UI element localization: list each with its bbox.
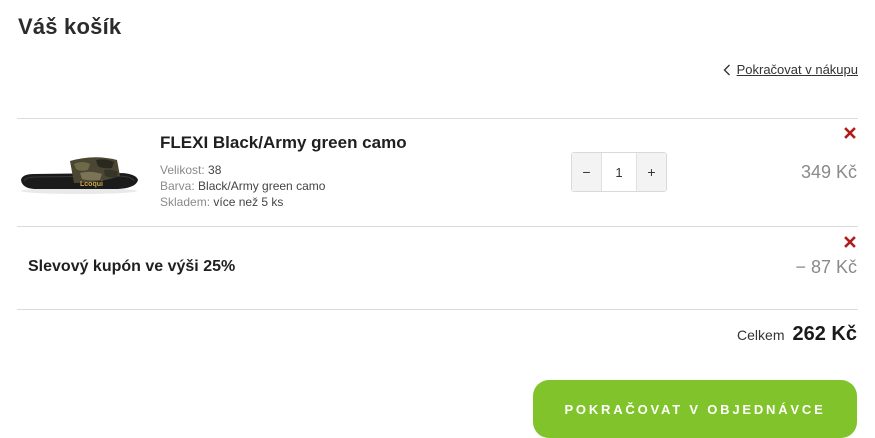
increment-button[interactable]: +: [636, 153, 666, 191]
cart-total: Celkem 262 Kč: [737, 323, 857, 346]
product-size: Velikost: 38: [160, 163, 221, 177]
chevron-left-icon: [723, 64, 731, 76]
total-value: 262 Kč: [792, 323, 858, 345]
total-label: Celkem: [737, 327, 785, 343]
product-stock: Skladem: více než 5 ks: [160, 195, 283, 209]
continue-shopping-label: Pokračovat v nákupu: [736, 62, 858, 77]
checkout-button[interactable]: POKRAČOVAT V OBJEDNÁVCE: [533, 380, 857, 438]
continue-shopping-link[interactable]: Pokračovat v nákupu: [723, 62, 858, 77]
color-value: Black/Army green camo: [198, 179, 326, 193]
item-price: 349 Kč: [800, 162, 857, 182]
page-title: Váš košík: [18, 14, 122, 39]
divider: [17, 309, 858, 310]
product-image[interactable]: Lcoqui: [18, 152, 140, 197]
decrement-button[interactable]: −: [572, 153, 602, 191]
size-value: 38: [208, 163, 222, 177]
remove-coupon-close-icon[interactable]: [844, 235, 856, 248]
size-label: Velikost:: [160, 163, 205, 177]
product-name[interactable]: FLEXI Black/Army green camo: [160, 133, 407, 153]
coupon-amount: − 87 Kč: [795, 257, 857, 277]
product-color: Barva: Black/Army green camo: [160, 179, 325, 193]
color-label: Barva:: [160, 179, 195, 193]
svg-text:Lcoqui: Lcoqui: [80, 181, 103, 188]
remove-item-close-icon[interactable]: [844, 126, 856, 139]
divider: [17, 226, 858, 227]
quantity-stepper: − +: [571, 152, 667, 192]
divider: [17, 118, 858, 119]
coupon-label: Slevový kupón ve výši 25%: [28, 258, 236, 275]
stock-value: více než 5 ks: [213, 195, 284, 209]
stock-label: Skladem:: [160, 195, 211, 209]
quantity-input[interactable]: [602, 153, 636, 191]
